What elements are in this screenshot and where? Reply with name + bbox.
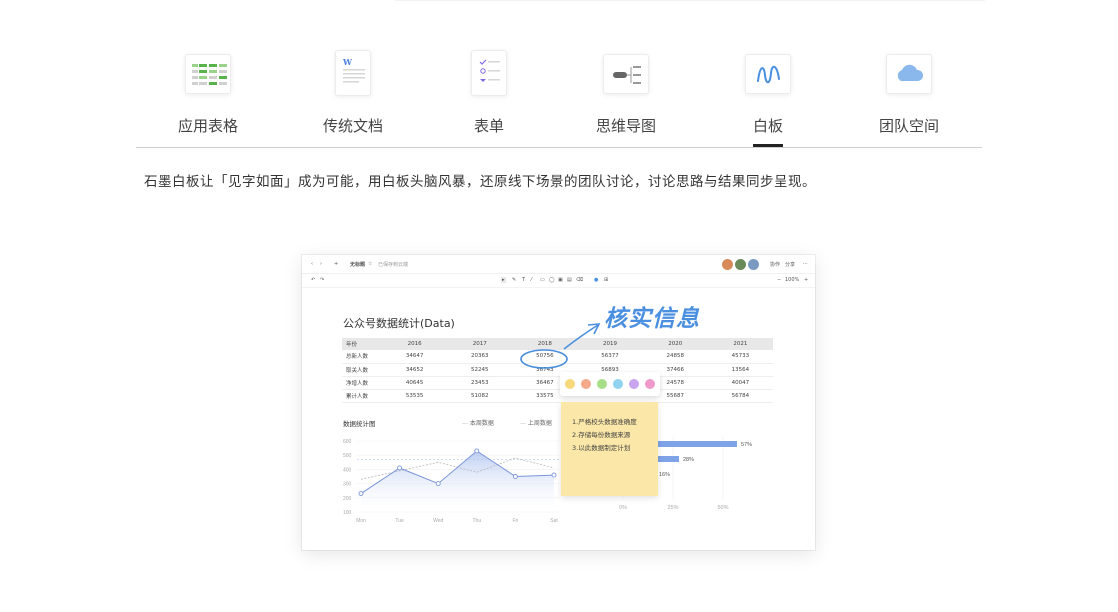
bar-x-tick-label: 50% xyxy=(717,505,728,511)
line-chart-title: 数据统计图 xyxy=(343,420,376,428)
sticky-note[interactable]: 1.严格校头数据准确度 2.存储每份数据来源 3.以此数据制定计划 xyxy=(561,402,658,496)
tab-spreadsheet[interactable]: 应用表格 xyxy=(148,50,268,148)
y-tick-label: 500 xyxy=(343,453,352,459)
x-tick-label: Thu xyxy=(472,518,481,524)
svg-text:W: W xyxy=(342,57,353,67)
tab-whiteboard[interactable]: 白板 xyxy=(708,50,828,148)
bar-data-label: 57% xyxy=(741,442,752,448)
sticky-line: 2.存储每份数据来源 xyxy=(572,431,631,439)
legend-item: — 上周数据 xyxy=(520,420,552,427)
tab-document[interactable]: W 传统文档 xyxy=(293,50,413,148)
color-swatch[interactable] xyxy=(597,379,607,389)
data-point xyxy=(551,472,557,478)
word-document-icon: W xyxy=(335,50,371,96)
spreadsheet-icon xyxy=(185,54,231,94)
x-tick-label: Fri xyxy=(512,518,518,524)
color-swatch[interactable] xyxy=(565,379,575,389)
highlight-circle xyxy=(520,349,568,369)
form-icon xyxy=(471,50,507,96)
tab-form[interactable]: 表单 xyxy=(429,50,549,148)
top-divider xyxy=(395,0,985,1)
y-tick-label: 400 xyxy=(343,467,352,473)
y-tick-label: 100 xyxy=(343,510,352,516)
x-tick-label: Wed xyxy=(433,518,443,524)
handwritten-note[interactable]: 核实信息 xyxy=(604,299,700,333)
annotation-arrow xyxy=(563,324,599,350)
color-palette xyxy=(560,372,660,396)
legend-label: 本周数据 xyxy=(469,420,494,427)
intro-text: 石墨白板让「见字如面」成为可能，用白板头脑风暴，还原线下场景的团队讨论，讨论思路… xyxy=(144,174,816,190)
x-tick-label: Mon xyxy=(356,518,366,524)
tab-label: 团队空间 xyxy=(878,117,939,135)
y-tick-label: 300 xyxy=(343,482,352,488)
active-tab-indicator xyxy=(753,144,783,147)
legend-item: — 本周数据 xyxy=(462,420,494,427)
color-swatch[interactable] xyxy=(645,379,655,389)
product-tabs: 应用表格 W 传统文档 表单 思维导图 白板 团队空间 xyxy=(136,50,982,148)
tab-team-space[interactable]: 团队空间 xyxy=(849,50,969,148)
data-point xyxy=(397,465,403,471)
legend-label: 上周数据 xyxy=(527,420,552,427)
color-swatch[interactable] xyxy=(581,379,591,389)
sticky-line: 3.以此数据制定计划 xyxy=(572,444,631,452)
tab-mindmap[interactable]: 思维导图 xyxy=(566,50,686,148)
mindmap-icon xyxy=(603,54,649,94)
cloud-icon xyxy=(886,54,932,94)
bar-data-label: 16% xyxy=(659,472,670,478)
data-point xyxy=(435,481,441,487)
chart-canvas: 600 500 400 300 200 100 Mon Tue Wed Thu Fri Sat 0% 25… xyxy=(343,323,752,524)
tab-label: 应用表格 xyxy=(177,117,238,135)
x-tick-label: Sat xyxy=(550,518,558,524)
bar-x-tick-label: 0% xyxy=(619,505,627,511)
x-tick-label: Tue xyxy=(395,518,404,524)
bar-data-label: 28% xyxy=(683,457,694,463)
series-area xyxy=(361,450,554,512)
tab-label: 表单 xyxy=(473,117,504,135)
data-point xyxy=(512,474,518,479)
y-tick-label: 600 xyxy=(343,439,352,445)
whiteboard-icon xyxy=(745,54,791,94)
bar-x-tick-label: 25% xyxy=(667,505,678,511)
data-point xyxy=(358,491,364,496)
sticky-line: 1.严格校头数据准确度 xyxy=(572,418,637,426)
tab-label: 白板 xyxy=(752,117,783,135)
y-tick-label: 200 xyxy=(343,496,352,502)
tab-label: 传统文档 xyxy=(322,117,383,135)
tab-label: 思维导图 xyxy=(595,117,656,135)
whiteboard-preview: ‹ › + 无标题 ☆ 已保存到云端 协作 分享 ⋯ ↶ ↷ ▸ ✎ T ⁄ ▭… xyxy=(302,255,815,550)
color-swatch[interactable] xyxy=(613,379,623,389)
data-point xyxy=(474,448,480,454)
color-swatch[interactable] xyxy=(629,379,639,389)
